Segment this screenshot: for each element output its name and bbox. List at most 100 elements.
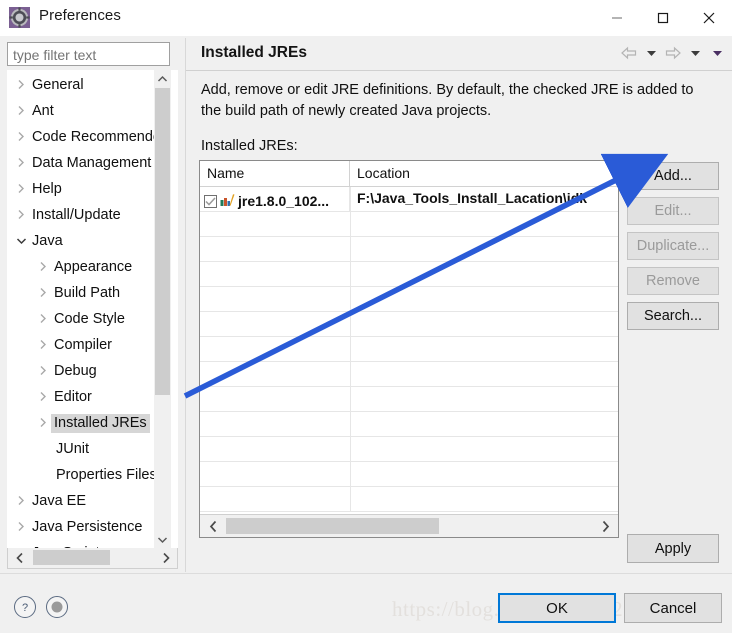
menu-dropdown-icon[interactable] [707,43,727,63]
jre-checkbox[interactable] [204,194,217,208]
sidebar-item-debug[interactable]: Debug [7,358,161,384]
chevron-right-icon[interactable] [13,131,29,144]
chevron-right-icon[interactable] [35,417,51,430]
chevron-right-icon[interactable] [13,157,29,170]
sidebar-item-data-management[interactable]: Data Management [7,150,161,176]
scroll-left-icon[interactable] [10,548,29,567]
chevron-down-icon[interactable] [13,235,29,247]
sidebar-item-label: Installed JREs [51,413,150,433]
table-scroll-right-icon[interactable] [595,515,615,537]
scroll-up-icon[interactable] [154,70,171,87]
sidebar-item-general[interactable]: General [7,72,161,98]
page-description: Add, remove or edit JRE definitions. By … [201,82,694,119]
sidebar-item-ant[interactable]: Ant [7,98,161,124]
apply-button[interactable]: Apply [627,534,719,563]
sidebar-item-editor[interactable]: Editor [7,384,161,410]
table-empty-row[interactable] [200,337,618,362]
sidebar-item-label: Install/Update [32,206,121,223]
duplicate-button: Duplicate... [627,232,719,260]
tree-horizontal-scrollbar[interactable] [7,548,178,569]
table-empty-row[interactable] [200,237,618,262]
tree-vertical-scrollbar[interactable] [154,70,171,548]
sidebar-item-java-ee[interactable]: Java EE [7,488,161,514]
sidebar-item-code-style[interactable]: Code Style [7,306,161,332]
sidebar-item-build-path[interactable]: Build Path [7,280,161,306]
close-button[interactable] [686,0,732,36]
table-empty-row[interactable] [200,487,618,512]
sidebar-item-code-recommender[interactable]: Code Recommender [7,124,166,150]
chevron-right-icon[interactable] [13,209,29,222]
back-dropdown-icon[interactable] [641,43,661,63]
sidebar-item-label: Build Path [54,284,121,301]
table-empty-row[interactable] [200,362,618,387]
chevron-right-icon[interactable] [35,339,51,352]
sidebar-item-help[interactable]: Help [7,176,161,202]
window-title: Preferences [39,7,121,24]
column-header-name[interactable]: Name [200,161,350,187]
table-empty-row[interactable] [200,287,618,312]
filter-input[interactable] [7,42,170,66]
chevron-right-icon[interactable] [13,495,29,508]
chevron-right-icon[interactable] [35,261,51,274]
sidebar-item-appearance[interactable]: Appearance [7,254,161,280]
sidebar-item-compiler[interactable]: Compiler [7,332,161,358]
sidebar-item-java-persistence[interactable]: Java Persistence [7,514,161,540]
jre-table[interactable]: Name Location jre1.8.0_102... F:\Java_Too… [199,160,619,538]
remove-button: Remove [627,267,719,295]
sidebar-item-label: Java EE [32,492,86,509]
forward-dropdown-icon[interactable] [685,43,705,63]
chevron-right-icon[interactable] [35,365,51,378]
page-title: Installed JREs [201,44,307,61]
sidebar-item-java[interactable]: Java [7,228,161,254]
tree-hscroll-thumb[interactable] [33,550,110,565]
add-button[interactable]: Add... [627,162,719,190]
tree-scroll-thumb[interactable] [155,88,170,395]
table-hscroll-thumb[interactable] [226,518,439,534]
preferences-dialog: Preferences General Ant Code Recommender Da… [0,0,732,633]
minimize-button[interactable] [594,0,640,36]
sidebar-item-label: Editor [54,388,92,405]
sidebar-item-installed-jres[interactable]: Installed JREs [7,410,161,436]
sidebar-item-label: Compiler [54,336,113,353]
maximize-button[interactable] [640,0,686,36]
navigation-buttons [619,43,727,63]
chevron-right-icon[interactable] [35,313,51,326]
table-row[interactable]: jre1.8.0_102... F:\Java_Tools_Install_Lac… [200,187,618,212]
sidebar-item-label: General [32,76,84,93]
ok-button[interactable]: OK [498,593,616,623]
chevron-right-icon[interactable] [13,183,29,196]
forward-arrow-icon[interactable] [663,43,683,63]
cancel-button[interactable]: Cancel [624,593,722,623]
chevron-right-icon[interactable] [13,521,29,534]
question-mark-icon[interactable]: ? [14,596,36,618]
table-empty-row[interactable] [200,262,618,287]
scroll-down-icon[interactable] [154,531,171,548]
table-empty-row[interactable] [200,312,618,337]
content-header: Installed JREs [186,38,732,71]
table-scroll-left-icon[interactable] [203,515,223,537]
table-empty-row[interactable] [200,387,618,412]
svg-text:?: ? [22,602,28,614]
table-empty-row[interactable] [200,462,618,487]
table-empty-row[interactable] [200,212,618,237]
table-empty-row[interactable] [200,437,618,462]
column-header-location[interactable]: Location [350,161,618,187]
sidebar-item-properties-files[interactable]: Properties Files [7,462,161,488]
chevron-right-icon[interactable] [35,287,51,300]
chevron-right-icon[interactable] [35,391,51,404]
table-empty-row[interactable] [200,412,618,437]
sidebar-item-javascript[interactable]: JavaScript [7,540,161,548]
back-arrow-icon[interactable] [619,43,639,63]
filled-circle-icon[interactable] [46,596,68,618]
scroll-right-icon[interactable] [156,548,175,567]
preferences-tree[interactable]: General Ant Code Recommender Data Managemen… [7,70,178,548]
title-bar: Preferences [0,0,732,36]
table-horizontal-scrollbar[interactable] [200,514,618,537]
sidebar-item-install-update[interactable]: Install/Update [7,202,161,228]
chevron-right-icon[interactable] [13,105,29,118]
sidebar-item-junit[interactable]: JUnit [7,436,161,462]
search-button[interactable]: Search... [627,302,719,330]
chevron-right-icon[interactable] [13,79,29,92]
sidebar-item-label: Debug [54,362,97,379]
sidebar-item-label: Code Style [54,310,125,327]
